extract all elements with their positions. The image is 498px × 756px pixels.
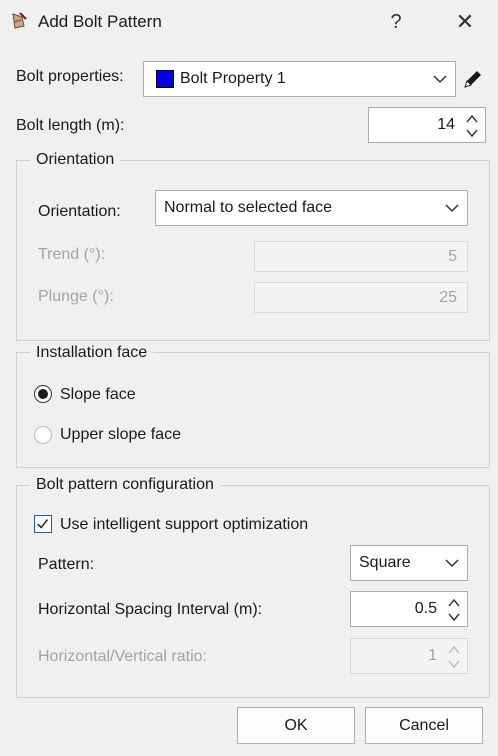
spin-arrows-icon[interactable] <box>447 596 461 624</box>
bolt-pattern-legend: Bolt pattern configuration <box>30 476 220 494</box>
pattern-label: Pattern: <box>38 556 95 573</box>
ok-label: OK <box>284 716 308 734</box>
orientation-legend: Orientation <box>30 151 121 169</box>
bolt-app-icon <box>12 12 27 29</box>
bolt-properties-value: Bolt Property 1 <box>180 70 286 87</box>
spacing-label: Horizontal Spacing Interval (m): <box>38 601 263 618</box>
chevron-down-icon <box>445 559 459 568</box>
window-title: Add Bolt Pattern <box>38 12 162 31</box>
cancel-button[interactable]: Cancel <box>365 707 483 744</box>
pattern-dropdown[interactable]: Square <box>350 545 468 581</box>
upper-slope-face-radio[interactable] <box>34 426 52 444</box>
trend-label: Trend (°): <box>38 246 106 263</box>
ratio-spinbox: 1 <box>350 638 468 674</box>
slope-face-label[interactable]: Slope face <box>60 386 136 404</box>
pencil-icon[interactable] <box>462 68 484 90</box>
plunge-field: 25 <box>254 282 468 313</box>
slope-face-radio[interactable] <box>34 385 52 403</box>
pattern-value: Square <box>359 554 411 571</box>
checkmark-icon <box>37 519 49 529</box>
bolt-properties-dropdown[interactable]: Bolt Property 1 <box>143 61 456 97</box>
ok-button[interactable]: OK <box>237 707 355 744</box>
spin-arrows-icon[interactable] <box>465 112 479 140</box>
chevron-down-icon <box>445 204 459 213</box>
orientation-dropdown[interactable]: Normal to selected face <box>155 190 468 226</box>
orientation-label: Orientation: <box>38 203 121 220</box>
close-button[interactable]: ✕ <box>450 8 480 36</box>
spin-arrows-icon <box>448 645 460 669</box>
chevron-down-icon <box>433 75 447 84</box>
ratio-label: Horizontal/Vertical ratio: <box>38 648 207 665</box>
spacing-value: 0.5 <box>414 600 437 617</box>
bolt-properties-label: Bolt properties: <box>16 68 124 85</box>
title-bar: Add Bolt Pattern ? ✕ <box>0 0 498 44</box>
installation-face-group <box>16 352 490 468</box>
plunge-value: 25 <box>439 288 457 306</box>
trend-value: 5 <box>448 247 457 265</box>
orientation-value: Normal to selected face <box>164 199 333 216</box>
trend-field: 5 <box>254 241 468 272</box>
optimization-label[interactable]: Use intelligent support optimization <box>60 516 308 534</box>
bolt-length-label: Bolt length (m): <box>16 117 125 134</box>
optimization-checkbox[interactable] <box>34 515 52 533</box>
installation-face-legend: Installation face <box>30 344 154 362</box>
plunge-label: Plunge (°): <box>38 288 114 305</box>
help-button[interactable]: ? <box>382 8 410 36</box>
ratio-value: 1 <box>428 647 437 664</box>
bolt-length-value: 14 <box>437 116 455 133</box>
color-swatch <box>156 70 174 88</box>
upper-slope-face-label[interactable]: Upper slope face <box>60 426 181 444</box>
spacing-spinbox[interactable]: 0.5 <box>350 591 468 627</box>
cancel-label: Cancel <box>399 716 449 734</box>
bolt-length-spinbox[interactable]: 14 <box>368 107 486 143</box>
